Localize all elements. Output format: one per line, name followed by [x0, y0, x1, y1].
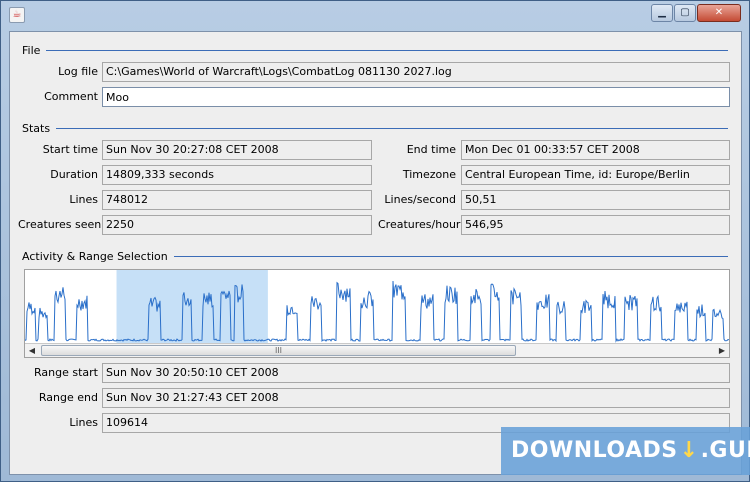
arrow-left-icon: ◀ — [28, 346, 36, 355]
lines-per-second-field: 50,51 — [461, 190, 730, 210]
stats-section-header: Stats — [22, 121, 728, 135]
end-time-label: End time — [406, 143, 456, 156]
range-end-label: Range end — [38, 391, 98, 404]
lines-field: 748012 — [102, 190, 372, 210]
duration-label: Duration — [50, 168, 98, 181]
watermark-text-left: DOWNLOADS — [511, 438, 678, 463]
creatures-seen-label: Creatures seen — [18, 218, 102, 231]
range-start-field: Sun Nov 30 20:50:10 CET 2008 — [102, 363, 730, 383]
scroll-left-button[interactable]: ◀ — [25, 344, 39, 357]
lines-per-second-label: Lines/second — [384, 193, 456, 206]
activity-plot[interactable] — [25, 270, 729, 343]
maximize-button[interactable]: ▢ — [674, 4, 696, 22]
close-button[interactable]: ✕ — [697, 4, 741, 22]
minimize-button[interactable]: ▁ — [651, 4, 673, 22]
section-divider — [56, 127, 728, 129]
arrow-right-icon: ▶ — [718, 346, 726, 355]
section-divider — [173, 255, 728, 257]
scroll-thumb[interactable]: III — [41, 345, 516, 356]
timezone-field: Central European Time, id: Europe/Berlin — [461, 165, 730, 185]
log-file-field: C:\Games\World of Warcraft\Logs\CombatLo… — [102, 62, 730, 82]
maximize-icon: ▢ — [680, 7, 690, 18]
java-icon[interactable]: ☕ — [9, 7, 25, 23]
scroll-right-button[interactable]: ▶ — [715, 344, 729, 357]
range-start-label: Range start — [34, 366, 98, 379]
duration-field: 14809,333 seconds — [102, 165, 372, 185]
lines-label: Lines — [69, 193, 98, 206]
application-window: ☕ ▁ ▢ ✕ File Log file C:\Games\World of … — [0, 0, 750, 482]
comment-input[interactable] — [102, 87, 730, 107]
creatures-seen-field: 2250 — [102, 215, 372, 235]
scroll-grip: III — [274, 346, 283, 355]
watermark-text-right: .GURU — [700, 438, 750, 463]
activity-section-title: Activity & Range Selection — [22, 249, 168, 263]
file-section-title: File — [22, 43, 41, 57]
creatures-per-hour-label: Creatures/hour — [378, 218, 461, 231]
range-lines-label: Lines — [69, 416, 98, 429]
end-time-field: Mon Dec 01 00:33:57 CET 2008 — [461, 140, 730, 160]
comment-label: Comment — [44, 90, 98, 103]
title-bar[interactable]: ☕ ▁ ▢ ✕ — [1, 1, 749, 29]
horizontal-scrollbar[interactable]: ◀ III ▶ — [25, 343, 729, 357]
log-file-label: Log file — [58, 65, 98, 78]
stats-section-title: Stats — [22, 121, 51, 135]
timezone-label: Timezone — [402, 168, 456, 181]
start-time-label: Start time — [42, 143, 98, 156]
watermark-logo: DOWNLOADS↓.GURU — [501, 427, 750, 475]
activity-graph[interactable]: ◀ III ▶ — [24, 269, 730, 358]
download-arrow-icon: ↓ — [679, 438, 699, 463]
file-section-header: File — [22, 43, 728, 57]
close-icon: ✕ — [714, 7, 724, 18]
start-time-field: Sun Nov 30 20:27:08 CET 2008 — [102, 140, 372, 160]
activity-section-header: Activity & Range Selection — [22, 249, 728, 263]
minimize-icon: ▁ — [658, 7, 666, 18]
range-end-field: Sun Nov 30 21:27:43 CET 2008 — [102, 388, 730, 408]
main-panel: File Log file C:\Games\World of Warcraft… — [9, 31, 742, 475]
creatures-per-hour-field: 546,95 — [461, 215, 730, 235]
section-divider — [46, 49, 728, 51]
